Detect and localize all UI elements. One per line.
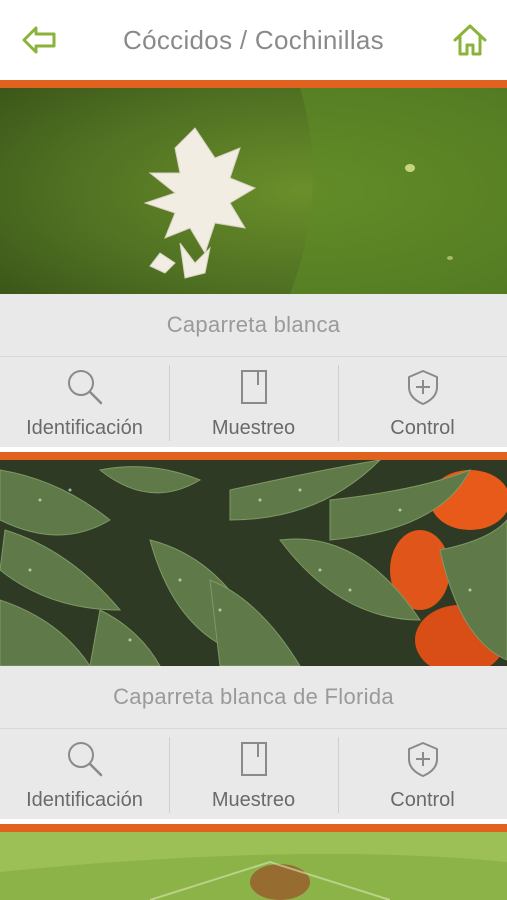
action-label: Muestreo — [211, 417, 296, 439]
species-name-bar[interactable]: Caparreta blanca de Florida — [0, 666, 507, 729]
search-icon — [67, 742, 102, 777]
action-label: Control — [390, 789, 455, 811]
action-label: Muestreo — [211, 789, 296, 811]
page-title: Cóccidos / Cochinillas — [123, 24, 384, 55]
header-divider — [0, 80, 507, 88]
species-photo[interactable] — [0, 460, 507, 666]
shield-plus-icon — [407, 742, 438, 777]
home-button[interactable] — [451, 20, 489, 60]
notebook-icon — [240, 742, 267, 776]
back-button[interactable] — [18, 20, 62, 60]
species-actions: Identificación Muestreo Control — [0, 357, 507, 447]
species-photo[interactable] — [0, 88, 507, 294]
species-actions: Identificación Muestreo Control — [0, 729, 507, 819]
species-photo[interactable] — [0, 832, 507, 900]
control-button[interactable]: Control — [338, 357, 507, 447]
action-label: Control — [390, 417, 455, 439]
species-name: Caparreta blanca — [166, 312, 341, 337]
species-name-bar[interactable]: Caparreta blanca — [0, 294, 507, 357]
identification-button[interactable]: Identificación — [0, 729, 169, 819]
sampling-button[interactable]: Muestreo — [169, 357, 338, 447]
back-arrow-icon — [22, 26, 56, 54]
action-label: Identificación — [26, 417, 143, 439]
app-header: Cóccidos / Cochinillas — [0, 0, 507, 80]
species-divider — [0, 452, 507, 460]
species-divider — [0, 824, 507, 832]
action-label: Identificación — [26, 789, 143, 811]
shield-plus-icon — [407, 370, 438, 405]
home-icon — [453, 24, 487, 56]
species-name: Caparreta blanca de Florida — [113, 684, 394, 709]
notebook-icon — [240, 370, 267, 404]
sampling-button[interactable]: Muestreo — [169, 729, 338, 819]
control-button[interactable]: Control — [338, 729, 507, 819]
identification-button[interactable]: Identificación — [0, 357, 169, 447]
search-icon — [67, 370, 102, 405]
